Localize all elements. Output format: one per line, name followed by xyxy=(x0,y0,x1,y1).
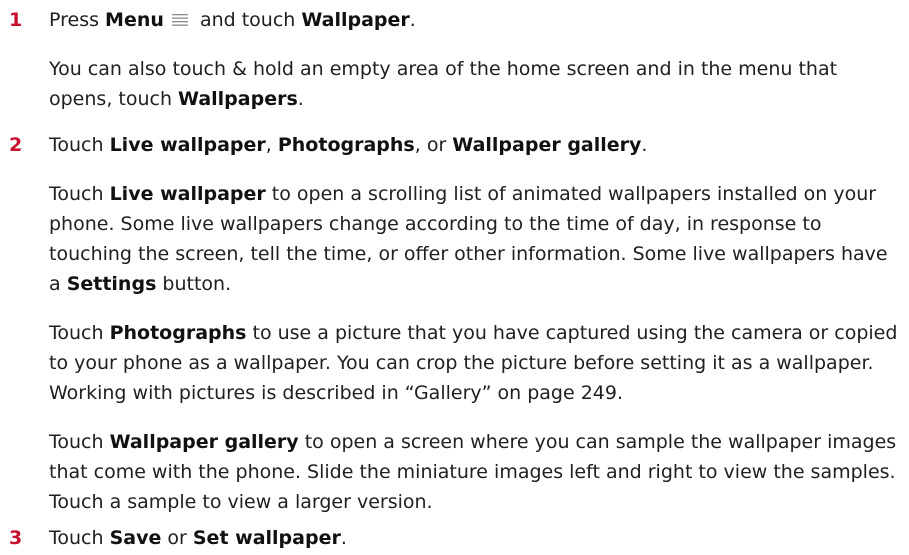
wallpaper-label: Wallpaper xyxy=(301,9,410,31)
text-run: Touch xyxy=(49,431,110,453)
step-2: 2 Touch Live wallpaper, Photographs, or … xyxy=(0,131,900,161)
step-number: 2 xyxy=(9,134,23,156)
step-2-text: Touch Live wallpaper, Photographs, or Wa… xyxy=(49,131,647,159)
text-run: button. xyxy=(156,273,232,295)
text-run: Press xyxy=(49,9,106,31)
photographs-label: Photographs xyxy=(277,134,415,156)
wallpaper-gallery-label: Wallpaper gallery xyxy=(109,431,299,453)
live-wallpaper-label: Live wallpaper xyxy=(109,183,266,205)
text-run: Touch xyxy=(49,134,110,156)
text-run: Touch xyxy=(49,322,110,344)
step-1: 1 Press Menu and touch Wallpaper. xyxy=(0,6,900,36)
step-2-heading: 2 Touch Live wallpaper, Photographs, or … xyxy=(0,131,900,161)
text-run: Touch xyxy=(49,527,110,549)
menu-icon xyxy=(171,7,188,26)
live-wallpaper-label: Live wallpaper xyxy=(109,134,266,156)
text-run: and touch xyxy=(193,9,302,31)
wallpaper-gallery-label: Wallpaper gallery xyxy=(452,134,642,156)
text-run: , or xyxy=(414,134,453,156)
live-wallpaper-paragraph: Touch Live wallpaper to open a scrolling… xyxy=(49,179,899,299)
wallpapers-label: Wallpapers xyxy=(178,88,298,110)
save-label: Save xyxy=(109,527,162,549)
photographs-paragraph: Touch Photographs to use a picture that … xyxy=(49,318,899,408)
step-1-note: You can also touch & hold an empty area … xyxy=(49,54,899,114)
step-3-text: Touch Save or Set wallpaper. xyxy=(49,524,347,552)
step-3-heading: 3 Touch Save or Set wallpaper. xyxy=(0,524,900,554)
text-run: . xyxy=(409,9,416,31)
step-1-heading: 1 Press Menu and touch Wallpaper. xyxy=(0,6,900,36)
text-run: You can also touch & hold an empty area … xyxy=(49,58,838,110)
step-1-text: Press Menu and touch Wallpaper. xyxy=(49,6,416,34)
text-run: . xyxy=(641,134,648,156)
photographs-label: Photographs xyxy=(109,322,247,344)
step-number: 3 xyxy=(9,527,23,549)
menu-label: Menu xyxy=(105,9,164,31)
text-run: or xyxy=(161,527,193,549)
text-run: Touch xyxy=(49,183,110,205)
step-number: 1 xyxy=(9,9,23,31)
step-3: 3 Touch Save or Set wallpaper. xyxy=(0,524,900,554)
text-run: . xyxy=(297,88,304,110)
text-run: , xyxy=(265,134,278,156)
set-wallpaper-label: Set wallpaper xyxy=(192,527,341,549)
wallpaper-gallery-paragraph: Touch Wallpaper gallery to open a screen… xyxy=(49,427,899,517)
settings-label: Settings xyxy=(66,273,157,295)
text-run: . xyxy=(340,527,347,549)
